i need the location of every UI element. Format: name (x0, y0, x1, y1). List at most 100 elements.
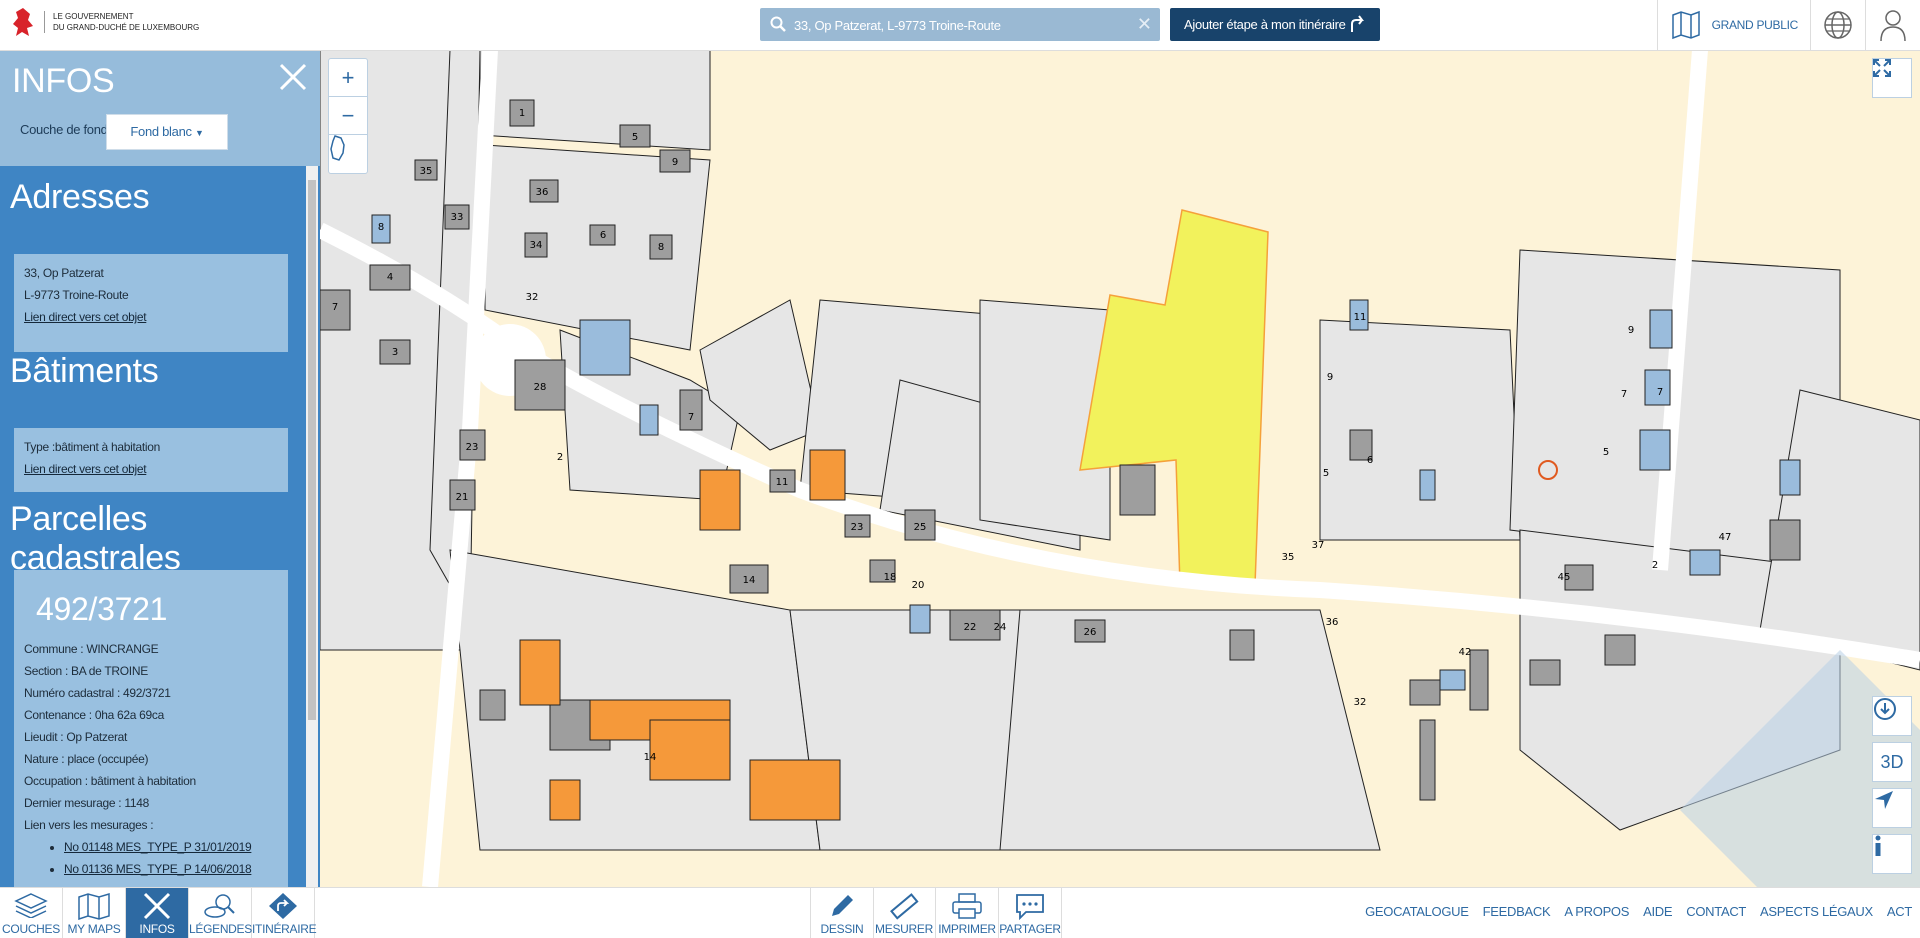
house-number: 2 (1652, 560, 1658, 571)
turn-right-arrow-icon (1351, 15, 1364, 32)
mesurage-link-1[interactable]: No 01148 MES_TYPE_P 31/01/2019 (64, 840, 252, 854)
link-aspects-legaux[interactable]: ASPECTS LÉGAUX (1760, 904, 1873, 919)
tab-couches-label: COUCHES (2, 922, 60, 936)
tool-mesurer[interactable]: MESURER (873, 888, 936, 938)
parcel-commune: Commune : WINCRANGE (24, 642, 159, 656)
parcel-mesurages-label: Lien vers les mesurages : (24, 818, 154, 832)
parcel-dernier-mesurage: Dernier mesurage : 1148 (24, 796, 149, 810)
link-act[interactable]: ACT (1887, 904, 1912, 919)
tool-partager[interactable]: PARTAGER (999, 888, 1062, 938)
parcel-nature: Nature : place (occupée) (24, 752, 149, 766)
house-number: 37 (1312, 540, 1325, 551)
tool-mesurer-label: MESURER (875, 922, 933, 936)
fullscreen-icon (1873, 59, 1891, 77)
tab-my-maps[interactable]: MY MAPS (63, 888, 126, 938)
tab-infos-label: INFOS (139, 922, 175, 936)
map-svg: 1 5 9 35 36 6 8 33 34 32 8 4 7 3 28 7 23… (320, 50, 1920, 887)
house-number: 6 (1367, 455, 1373, 466)
tab-couches[interactable]: COUCHES (0, 888, 63, 938)
tool-dessin[interactable]: DESSIN (810, 888, 874, 938)
address-card: 33, Op Patzerat L-9773 Troine-Route Lien… (14, 254, 288, 352)
clear-search-icon[interactable]: ✕ (1137, 14, 1152, 35)
location-arrow-icon (1875, 791, 1893, 809)
tool-imprimer[interactable]: IMPRIMER (936, 888, 999, 938)
geolocation-button[interactable] (1872, 788, 1912, 828)
house-number: 5 (1323, 468, 1329, 479)
fullscreen-button[interactable] (1872, 58, 1912, 98)
scrollbar-thumb[interactable] (308, 180, 316, 720)
house-number: 9 (1327, 372, 1333, 383)
background-layer-label: Couche de fond: (20, 122, 111, 137)
download-circle-icon (1874, 698, 1896, 720)
house-number: 8 (658, 242, 664, 253)
mesurage-link-2[interactable]: No 01136 MES_TYPE_P 14/06/2018 (64, 862, 252, 876)
address-direct-link[interactable]: Lien direct vers cet objet (24, 310, 147, 324)
info-button[interactable] (1872, 834, 1912, 874)
add-to-itinerary-label: Ajouter étape à mon itinéraire (1184, 17, 1346, 32)
speech-bubble-icon (1016, 894, 1044, 920)
tab-itineraire[interactable]: ITINÉRAIRE (252, 888, 317, 938)
tab-itineraire-label: ITINÉRAIRE (252, 922, 317, 936)
house-number: 14 (743, 575, 756, 586)
house-number: 3 (392, 347, 398, 358)
link-geocatalogue[interactable]: GEOCATALOGUE (1365, 904, 1469, 919)
house-number: 14 (644, 752, 657, 763)
house-number: 32 (526, 292, 539, 303)
parcel-lieudit: Lieudit : Op Patzerat (24, 730, 128, 744)
house-number: 20 (912, 580, 925, 591)
link-aide[interactable]: AIDE (1643, 904, 1672, 919)
house-number: 36 (536, 187, 549, 198)
map-book-icon (78, 892, 110, 920)
language-button[interactable] (1810, 0, 1865, 50)
house-number: 33 (451, 212, 464, 223)
tool-imprimer-label: IMPRIMER (938, 922, 996, 936)
tab-infos[interactable]: INFOS (126, 888, 189, 938)
house-number: 24 (994, 622, 1007, 633)
zoom-out-label: − (341, 103, 355, 128)
add-to-itinerary-button[interactable]: Ajouter étape à mon itinéraire (1170, 8, 1380, 41)
zoom-out-button[interactable]: − (328, 96, 368, 136)
house-number: 26 (1084, 627, 1097, 638)
map-canvas[interactable]: 1 5 9 35 36 6 8 33 34 32 8 4 7 3 28 7 23… (320, 50, 1920, 887)
close-icon[interactable] (278, 62, 308, 92)
parcel-card: 492/3721 Commune : WINCRANGE Section : B… (14, 570, 288, 887)
caret-down-icon: ▼ (195, 128, 204, 138)
zoom-in-label: + (341, 65, 355, 90)
search-box[interactable]: ✕ (760, 8, 1160, 43)
tool-partager-label: PARTAGER (999, 922, 1061, 936)
house-number: 5 (1603, 447, 1609, 458)
lion-crest-icon (13, 8, 33, 36)
link-feedback[interactable]: FEEDBACK (1483, 904, 1551, 919)
house-number: 45 (1558, 572, 1571, 583)
panel-title: INFOS (12, 62, 115, 100)
zoom-in-button[interactable]: + (328, 58, 368, 98)
house-number: 23 (851, 522, 864, 533)
grand-public-button[interactable]: GRAND PUBLIC (1656, 0, 1810, 50)
download-button[interactable] (1872, 696, 1912, 736)
info-panel-body[interactable]: Adresses 33, Op Patzerat L-9773 Troine-R… (0, 166, 304, 887)
map-book-icon (1671, 10, 1700, 40)
parcel-numero: Numéro cadastral : 492/3721 (24, 686, 171, 700)
country-extent-button[interactable] (328, 134, 368, 174)
house-number: 11 (776, 477, 789, 488)
user-button[interactable] (1865, 0, 1920, 50)
panel-scrollbar[interactable] (306, 166, 318, 887)
layers-icon (14, 893, 48, 918)
house-number: 7 (688, 412, 694, 423)
tab-legendes[interactable]: LÉGENDES (189, 888, 252, 938)
house-number: 28 (534, 382, 547, 393)
background-layer-select[interactable]: Fond blanc ▼ (106, 114, 228, 150)
house-number: 22 (964, 622, 977, 633)
building-type: Type :bâtiment à habitation (24, 440, 160, 454)
building-direct-link[interactable]: Lien direct vers cet objet (24, 462, 147, 476)
mesurages-list: No 01148 MES_TYPE_P 31/01/2019 No 01136 … (24, 836, 278, 880)
header-right: GRAND PUBLIC (1656, 0, 1920, 50)
3d-button[interactable]: 3D (1872, 742, 1912, 782)
footer-links: GEOCATALOGUE FEEDBACK A PROPOS AIDE CONT… (1365, 904, 1912, 919)
search-input[interactable] (792, 8, 1126, 43)
link-contact[interactable]: CONTACT (1686, 904, 1746, 919)
link-a-propos[interactable]: A PROPOS (1564, 904, 1629, 919)
parcel-section: Section : BA de TROINE (24, 664, 148, 678)
tab-legendes-label: LÉGENDES (189, 922, 252, 936)
government-logo[interactable]: Le Gouvernement du Grand-Duché de Luxemb… (10, 6, 199, 38)
